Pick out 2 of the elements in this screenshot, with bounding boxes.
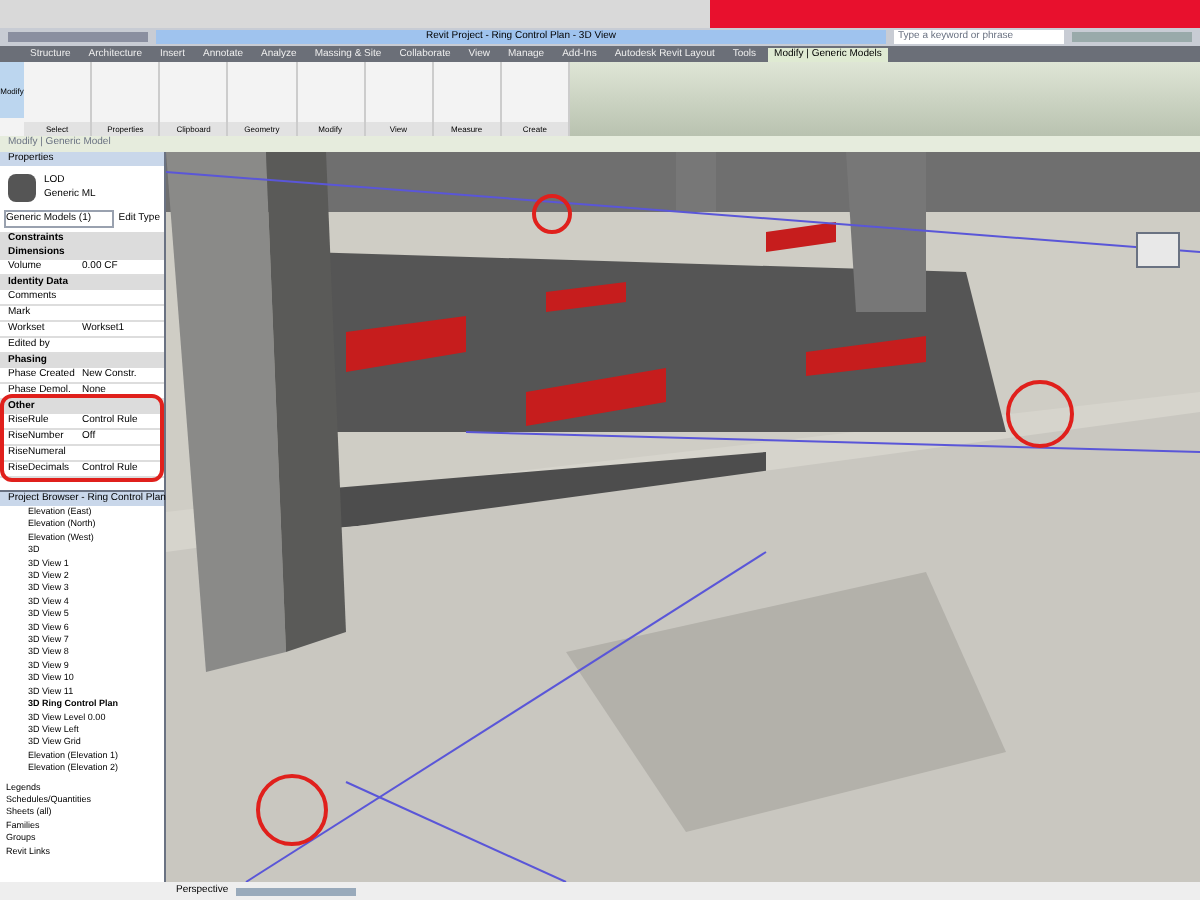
type-thumbnail-icon bbox=[8, 174, 36, 202]
view-cube-icon[interactable] bbox=[1136, 232, 1180, 268]
